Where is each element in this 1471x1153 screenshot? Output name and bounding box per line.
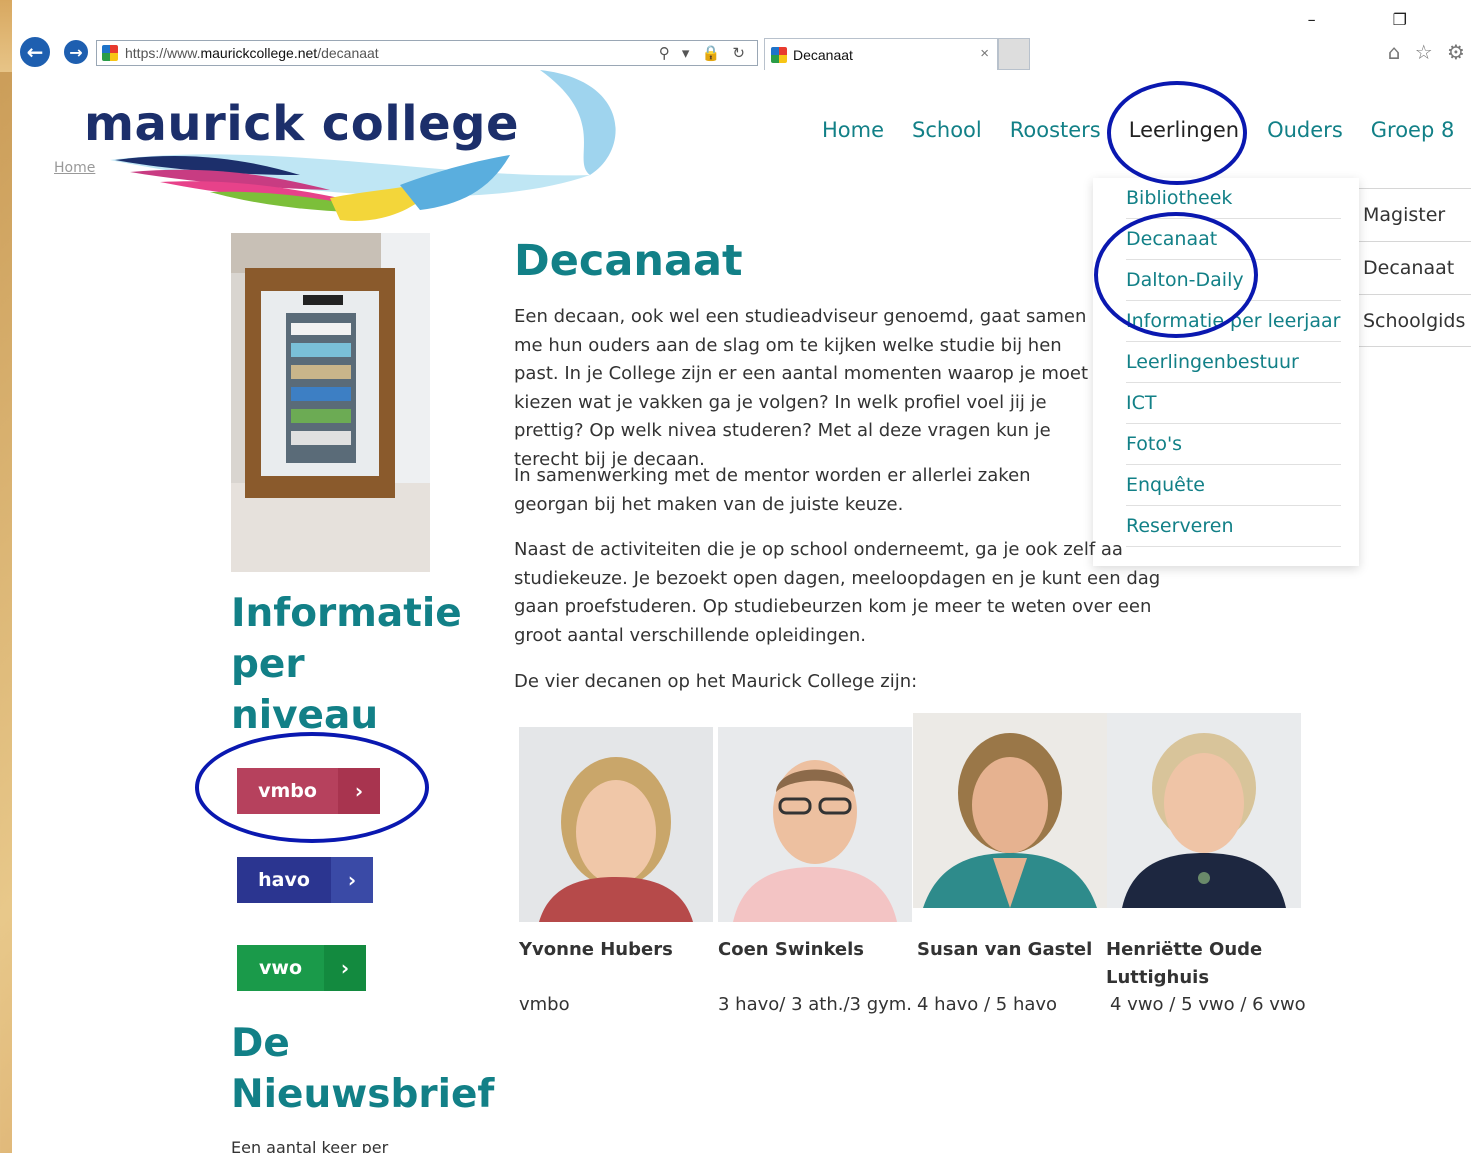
paragraph-intro: Een decaan, ook wel een studieadviseur g… xyxy=(514,306,1089,470)
new-tab-button[interactable] xyxy=(998,38,1030,70)
person-name: Susan van Gastel xyxy=(917,939,1093,960)
heading-line: Nieuwsbrief xyxy=(231,1072,495,1117)
dropdown-item-leerlingenbestuur[interactable]: Leerlingenbestuur xyxy=(1126,342,1341,383)
heading-line: Informatie xyxy=(231,591,462,636)
nav-groep-8[interactable]: Groep 8 xyxy=(1371,118,1455,142)
tab-favicon-icon xyxy=(771,47,787,63)
nav-school[interactable]: School xyxy=(912,118,982,142)
person-level: vmbo xyxy=(519,994,570,1015)
annotation-circle xyxy=(1094,212,1258,338)
tab-close-icon[interactable]: × xyxy=(980,45,989,62)
person-level: 4 vwo / 5 vwo / 6 vwo xyxy=(1110,994,1306,1015)
heading-line: De xyxy=(231,1021,290,1066)
vwo-button[interactable]: vwo › xyxy=(237,945,366,991)
chevron-right-icon: › xyxy=(331,857,373,903)
dropdown-item-enquete[interactable]: Enquête xyxy=(1126,465,1341,506)
nav-ouders[interactable]: Ouders xyxy=(1267,118,1343,142)
newsletter-intro: Een aantal keer per xyxy=(231,1138,389,1153)
photo-henriette-oude-luttighuis xyxy=(1107,713,1301,908)
url-domain: maurickcollege.net xyxy=(200,45,318,61)
tab-decanaat[interactable]: Decanaat × xyxy=(764,38,998,70)
person-level: 4 havo / 5 havo xyxy=(917,994,1058,1015)
back-button[interactable]: ← xyxy=(18,35,52,69)
toolbar-icons[interactable]: ⌂ ☆ ⚙ xyxy=(1388,40,1469,64)
side-quick-menu: Magister Decanaat Schoolgids xyxy=(1343,188,1471,347)
side-item-magister[interactable]: Magister xyxy=(1343,188,1471,241)
havo-button[interactable]: havo › xyxy=(237,857,373,903)
person-level: 3 havo/ 3 ath./3 gym. xyxy=(718,994,913,1015)
photo-coen-swinkels xyxy=(718,727,912,922)
forward-arrow-icon: → xyxy=(69,42,83,62)
person-name: Yvonne Hubers xyxy=(519,939,673,960)
site-logo[interactable]: maurick college xyxy=(84,96,519,152)
heading-informatie-per-niveau: Informatie per niveau xyxy=(231,588,462,741)
vwo-label: vwo xyxy=(237,945,324,991)
paragraph-decanen-intro: De vier decanen op het Maurick College z… xyxy=(514,671,918,692)
back-arrow-icon: ← xyxy=(26,40,44,64)
school-interior-photo xyxy=(231,233,430,572)
window-controls[interactable]: – ❐ xyxy=(1308,10,1443,29)
site-favicon-icon xyxy=(102,45,118,61)
side-item-schoolgids[interactable]: Schoolgids xyxy=(1343,294,1471,347)
paragraph-activities: Naast de activiteiten die je op school o… xyxy=(514,539,1161,646)
havo-label: havo xyxy=(237,857,331,903)
heading-line: niveau xyxy=(231,693,379,738)
address-bar-icons[interactable]: ⚲ ▾ 🔒 ↻ xyxy=(659,44,749,62)
url-path: /decanaat xyxy=(317,45,379,61)
person-name: Coen Swinkels xyxy=(718,939,865,960)
side-item-decanaat[interactable]: Decanaat xyxy=(1343,241,1471,294)
person-name: Henriëtte Oude Luttighuis xyxy=(1106,939,1263,988)
chevron-right-icon: › xyxy=(324,945,366,991)
photo-susan-van-gastel xyxy=(913,713,1107,908)
heading-nieuwsbrief: De Nieuwsbrief xyxy=(231,1018,494,1120)
dropdown-item-fotos[interactable]: Foto's xyxy=(1126,424,1341,465)
nav-home[interactable]: Home xyxy=(822,118,884,142)
breadcrumb[interactable]: Home xyxy=(54,160,95,176)
annotation-circle xyxy=(1107,81,1247,185)
page-title: Decanaat xyxy=(514,236,743,286)
tab-title: Decanaat xyxy=(793,46,853,63)
photo-yvonne-hubers xyxy=(519,727,713,922)
dropdown-item-ict[interactable]: ICT xyxy=(1126,383,1341,424)
nav-roosters[interactable]: Roosters xyxy=(1010,118,1101,142)
url-prefix: https://www. xyxy=(125,45,201,61)
annotation-circle xyxy=(195,732,429,843)
heading-line: per xyxy=(231,642,305,687)
paragraph-mentor: In samenwerking met de mentor worden er … xyxy=(514,465,1031,515)
